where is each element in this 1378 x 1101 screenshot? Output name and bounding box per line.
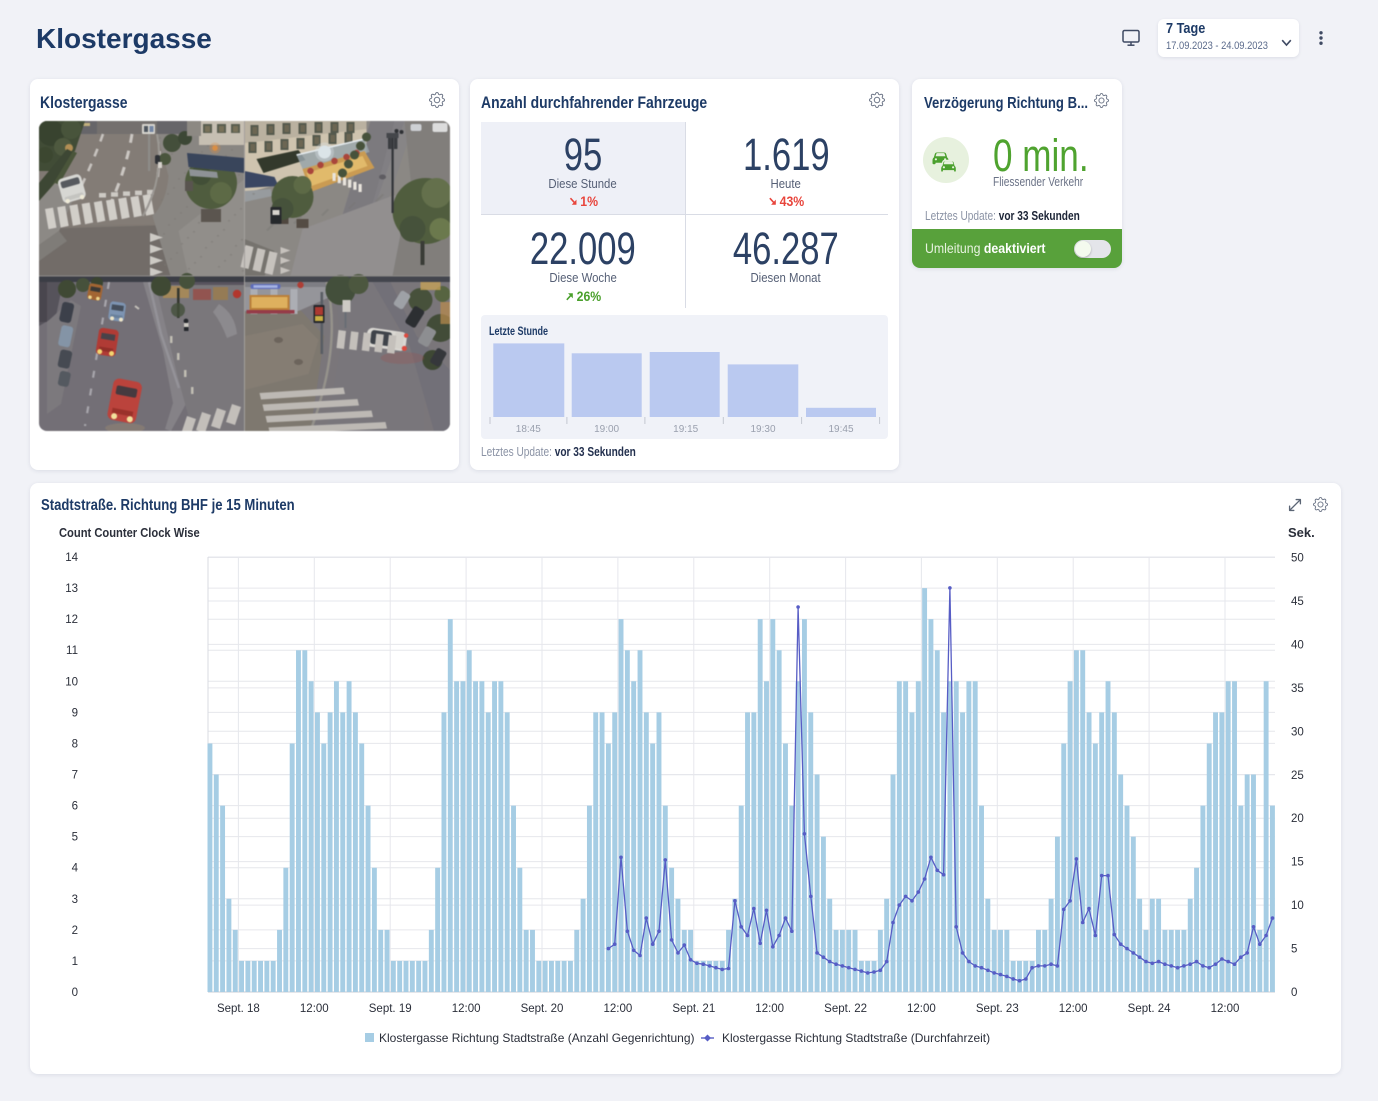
svg-text:6: 6	[72, 801, 78, 813]
svg-text:2: 2	[72, 925, 78, 937]
svg-text:Sek.: Sek.	[1288, 525, 1315, 540]
svg-text:13: 13	[65, 583, 78, 595]
svg-text:Sept. 19: Sept. 19	[369, 1003, 412, 1015]
svg-text:Klostergasse Richtung Stadtstr: Klostergasse Richtung Stadtstraße (Anzah…	[379, 1031, 695, 1045]
svg-text:25: 25	[1291, 770, 1304, 782]
svg-text:4: 4	[72, 863, 79, 875]
svg-text:12:00: 12:00	[907, 1003, 936, 1015]
svg-text:Count Counter Clock Wise: Count Counter Clock Wise	[59, 525, 200, 540]
svg-text:Sept. 24: Sept. 24	[1128, 1003, 1171, 1015]
svg-text:3: 3	[72, 894, 78, 906]
svg-text:5: 5	[1291, 944, 1297, 956]
svg-text:Klostergasse Richtung Stadtstr: Klostergasse Richtung Stadtstraße (Durch…	[722, 1031, 990, 1045]
svg-text:35: 35	[1291, 683, 1304, 695]
svg-text:10: 10	[65, 676, 78, 688]
svg-text:Sept. 21: Sept. 21	[672, 1003, 715, 1015]
svg-text:12:00: 12:00	[1059, 1003, 1088, 1015]
svg-text:18:45: 18:45	[516, 424, 541, 435]
svg-text:7: 7	[72, 770, 78, 782]
svg-text:19:00: 19:00	[594, 424, 619, 435]
svg-text:40: 40	[1291, 639, 1304, 651]
svg-text:20: 20	[1291, 813, 1304, 825]
svg-text:0: 0	[1291, 987, 1297, 999]
svg-text:19:30: 19:30	[750, 424, 775, 435]
svg-text:50: 50	[1291, 553, 1304, 565]
svg-text:12:00: 12:00	[1211, 1003, 1240, 1015]
svg-text:0: 0	[72, 987, 78, 999]
svg-text:Sept. 20: Sept. 20	[521, 1003, 564, 1015]
svg-text:Sept. 22: Sept. 22	[824, 1003, 867, 1015]
svg-text:5: 5	[72, 832, 78, 844]
svg-text:12:00: 12:00	[755, 1003, 784, 1015]
svg-text:19:15: 19:15	[673, 424, 698, 435]
svg-text:11: 11	[66, 645, 78, 657]
svg-text:15: 15	[1291, 857, 1304, 869]
svg-text:8: 8	[72, 738, 78, 750]
svg-text:12: 12	[65, 614, 78, 626]
svg-text:14: 14	[65, 552, 78, 564]
svg-text:Sept. 23: Sept. 23	[976, 1003, 1019, 1015]
svg-text:19:45: 19:45	[828, 424, 853, 435]
svg-text:45: 45	[1291, 596, 1304, 608]
svg-text:1: 1	[72, 956, 78, 968]
svg-text:12:00: 12:00	[604, 1003, 633, 1015]
svg-text:12:00: 12:00	[452, 1003, 481, 1015]
svg-text:12:00: 12:00	[300, 1003, 329, 1015]
svg-text:Sept. 18: Sept. 18	[217, 1003, 260, 1015]
svg-text:10: 10	[1291, 900, 1304, 912]
svg-text:30: 30	[1291, 726, 1304, 738]
svg-text:9: 9	[72, 707, 78, 719]
